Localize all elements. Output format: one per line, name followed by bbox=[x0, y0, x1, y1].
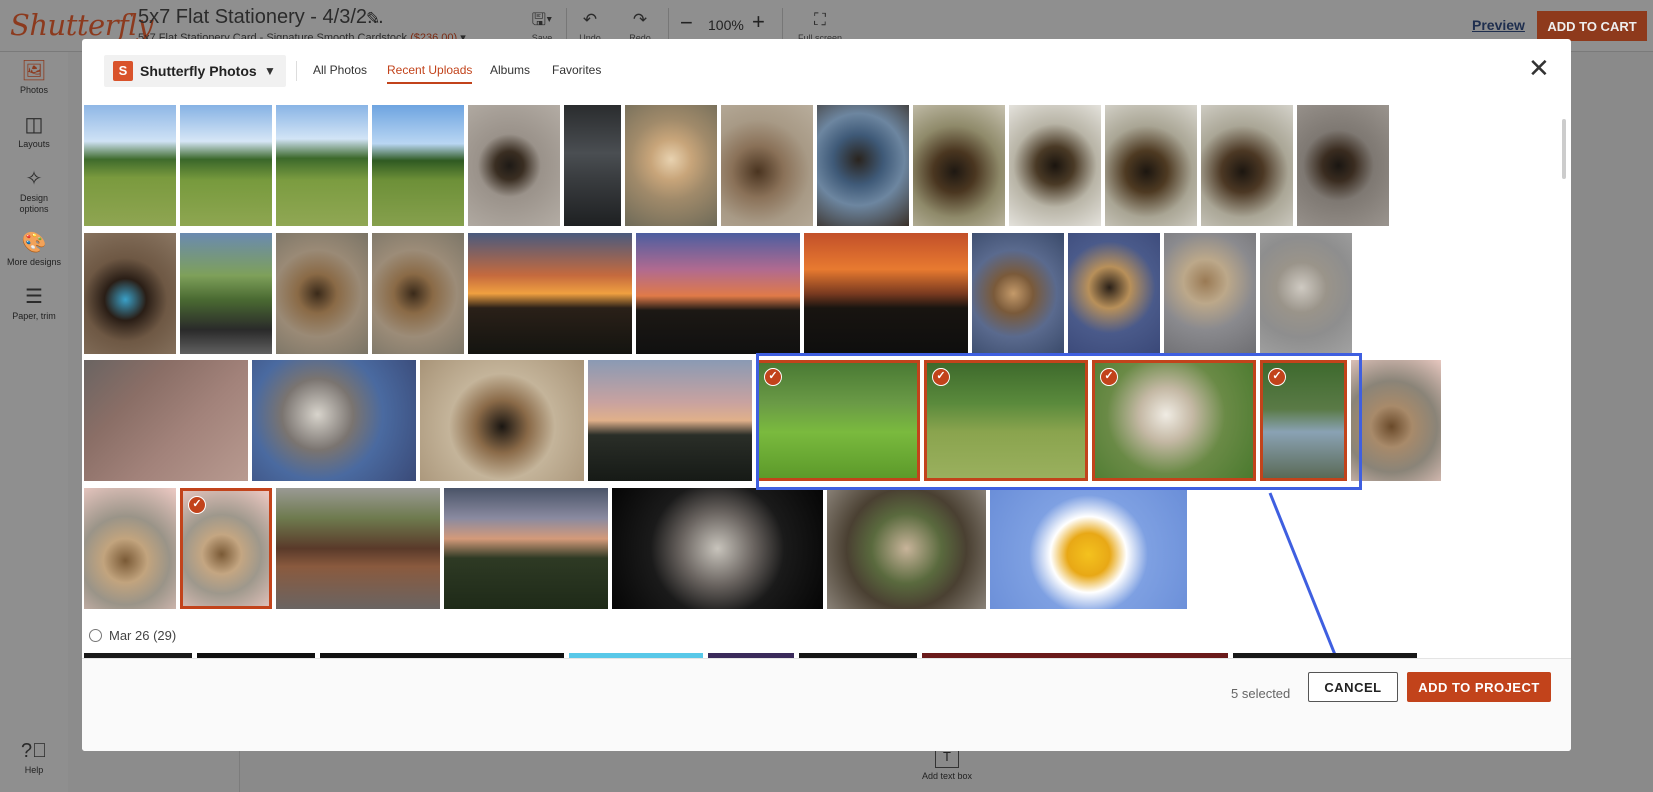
photo-dog-outdoor-box[interactable] bbox=[180, 233, 272, 354]
sidebar-item-layouts[interactable]: ◫ Layouts bbox=[0, 114, 68, 150]
tab-all-photos[interactable]: All Photos bbox=[313, 63, 367, 82]
edit-title-icon[interactable]: ✎ bbox=[366, 9, 380, 29]
photo-dog-window-1[interactable] bbox=[913, 105, 1005, 226]
photo-sunset-clouds[interactable] bbox=[444, 488, 608, 609]
photo-dog-toy[interactable] bbox=[468, 105, 560, 226]
photos-icon: 🖼 bbox=[21, 60, 47, 82]
photo-dog-sweater[interactable] bbox=[84, 233, 176, 354]
photo-horses-1[interactable] bbox=[84, 105, 176, 226]
sidebar-item-design-options[interactable]: ✧ Design options bbox=[0, 168, 68, 215]
preview-link[interactable]: Preview bbox=[1472, 17, 1525, 33]
sidebar-item-label: Help bbox=[24, 765, 44, 775]
photo-dog-closeup-2[interactable] bbox=[420, 360, 584, 481]
photo-source-label: Shutterfly Photos bbox=[140, 63, 257, 79]
sidebar-item-label: Photos bbox=[19, 85, 49, 95]
modal-footer: 5 selected CANCEL ADD TO PROJECT bbox=[82, 658, 1571, 751]
sidebar-item-paper-trim[interactable]: ☰ Paper, trim bbox=[0, 286, 68, 322]
photo-phone-screenshot[interactable] bbox=[564, 105, 621, 226]
photo-dog-blanket[interactable] bbox=[625, 105, 717, 226]
photo-dog-stairs-1[interactable] bbox=[276, 233, 368, 354]
photo-dog-pink-floor[interactable] bbox=[84, 360, 248, 481]
photo-dog-bed[interactable] bbox=[817, 105, 909, 226]
scrollbar-thumb[interactable] bbox=[1562, 119, 1566, 179]
palette-icon: 🎨 bbox=[21, 232, 47, 254]
photo-dog-candy-2[interactable] bbox=[1068, 233, 1160, 354]
sidebar-item-label: More designs bbox=[6, 257, 62, 267]
add-text-box-label: Add text box bbox=[921, 771, 973, 781]
photo-dog-floor[interactable] bbox=[721, 105, 813, 226]
photo-dog-porch-swing[interactable] bbox=[276, 488, 440, 609]
list-icon: ☰ bbox=[25, 286, 43, 308]
photo-couple-frame[interactable] bbox=[827, 488, 986, 609]
add-to-project-button[interactable]: ADD TO PROJECT bbox=[1407, 672, 1551, 702]
photo-dog-candy-1[interactable] bbox=[972, 233, 1064, 354]
layouts-icon: ◫ bbox=[24, 114, 44, 136]
zoom-level: 100% bbox=[708, 17, 744, 33]
selected-count: 5 selected bbox=[1231, 686, 1291, 701]
photo-horses-4[interactable] bbox=[372, 105, 464, 226]
add-to-cart-button[interactable]: ADD TO CART bbox=[1537, 11, 1647, 41]
redo-icon: ↷ bbox=[632, 10, 648, 29]
sidebar-item-help[interactable]: ?⃝ Help bbox=[0, 740, 68, 776]
selection-highlight-box bbox=[756, 353, 1362, 490]
photo-dog-vase-1[interactable] bbox=[1351, 360, 1441, 481]
zoom-in-icon[interactable]: + bbox=[752, 9, 765, 35]
photo-sunset-tree[interactable] bbox=[588, 360, 752, 481]
design-options-icon: ✧ bbox=[25, 168, 43, 190]
tab-albums[interactable]: Albums bbox=[490, 63, 530, 82]
cancel-button[interactable]: CANCEL bbox=[1308, 672, 1398, 702]
close-icon[interactable]: ✕ bbox=[1528, 51, 1550, 85]
sidebar-item-label: Design options bbox=[19, 193, 49, 214]
caret-down-icon: ▼ bbox=[264, 64, 276, 78]
shutterfly-logo[interactable]: Shutterfly bbox=[10, 8, 153, 42]
date-group-label: Mar 26 (29) bbox=[109, 628, 177, 643]
editor-sidebar: 🖼 Photos ◫ Layouts ✧ Design options 🎨 Mo… bbox=[0, 52, 68, 792]
photo-dog-window-4[interactable] bbox=[1201, 105, 1293, 226]
date-select-radio[interactable] bbox=[89, 629, 102, 642]
photo-sunset-2[interactable] bbox=[636, 233, 800, 354]
save-icon: 🖫▾ bbox=[531, 10, 553, 29]
photo-horses-2[interactable] bbox=[180, 105, 272, 226]
tab-favorites[interactable]: Favorites bbox=[552, 63, 601, 82]
zoom-out-icon[interactable]: − bbox=[680, 10, 693, 36]
sidebar-item-label: Paper, trim bbox=[12, 311, 56, 321]
photo-dog-closeup-1[interactable] bbox=[252, 360, 416, 481]
photo-dog-vase-2[interactable] bbox=[84, 488, 176, 609]
help-icon: ?⃝ bbox=[20, 740, 48, 762]
tab-recent-uploads[interactable]: Recent Uploads bbox=[387, 63, 473, 84]
check-icon[interactable]: ✓ bbox=[188, 496, 206, 514]
photo-dog-gray[interactable] bbox=[1260, 233, 1352, 354]
photo-dog-carpet[interactable] bbox=[1297, 105, 1389, 226]
photo-source-select[interactable]: S Shutterfly Photos ▼ bbox=[104, 55, 286, 87]
photo-picker-modal: S Shutterfly Photos ▼ All Photos Recent … bbox=[82, 39, 1571, 751]
tabs-divider bbox=[296, 61, 297, 81]
photo-dog-window-3[interactable] bbox=[1105, 105, 1197, 226]
photo-horses-3[interactable] bbox=[276, 105, 368, 226]
photo-dog-vase-3[interactable]: ✓ bbox=[180, 488, 272, 609]
sidebar-item-photos[interactable]: 🖼 Photos bbox=[0, 60, 68, 96]
fullscreen-icon: ⛶ bbox=[814, 10, 826, 29]
photo-sunset-1[interactable] bbox=[468, 233, 632, 354]
add-text-box-button[interactable]: T Add text box bbox=[912, 746, 982, 781]
photo-pooh-bear[interactable] bbox=[990, 488, 1187, 609]
sidebar-item-more-designs[interactable]: 🎨 More designs bbox=[0, 232, 68, 268]
photo-dog-black-bg[interactable] bbox=[612, 488, 823, 609]
photo-dog-stairs-2[interactable] bbox=[372, 233, 464, 354]
undo-icon: ↶ bbox=[582, 10, 598, 29]
sidebar-item-label: Layouts bbox=[18, 139, 50, 149]
project-title: 5x7 Flat Stationery - 4/3/2... bbox=[138, 6, 384, 28]
photo-sunset-3[interactable] bbox=[804, 233, 968, 354]
photo-dog-window-2[interactable] bbox=[1009, 105, 1101, 226]
shutterfly-s-icon: S bbox=[113, 61, 133, 81]
photo-dog-plaid[interactable] bbox=[1164, 233, 1256, 354]
